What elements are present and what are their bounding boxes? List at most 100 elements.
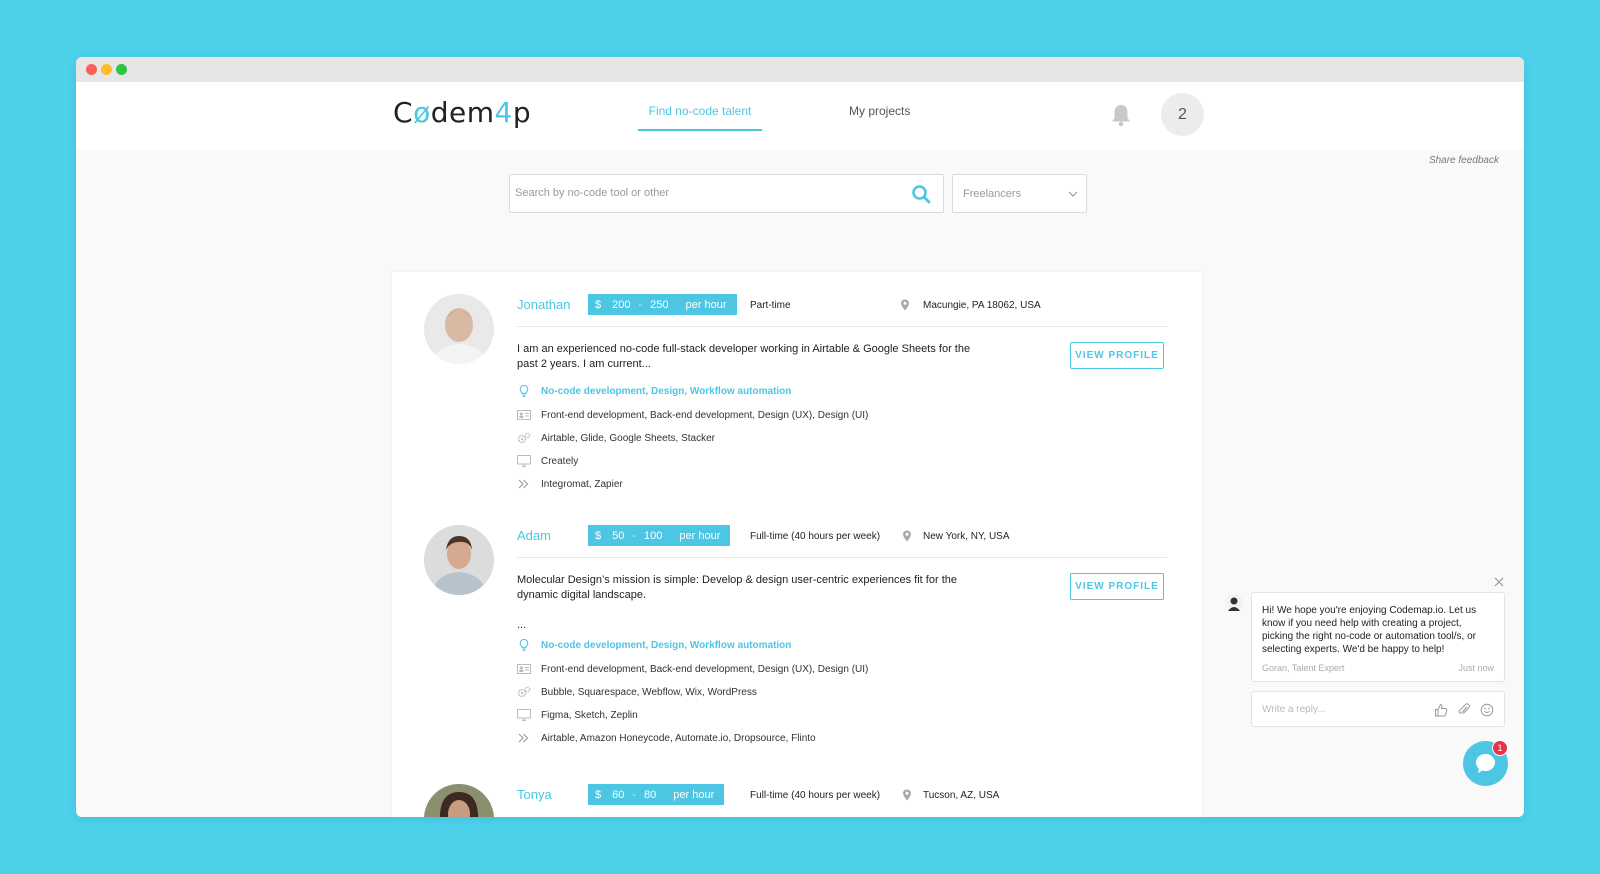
chat-time: Just now: [1458, 663, 1494, 673]
logo-part: dem: [430, 96, 495, 129]
tab-find-talent[interactable]: Find no-code talent: [638, 104, 762, 131]
rate-max: 80: [644, 788, 657, 801]
rate-currency: $: [595, 788, 602, 801]
availability: Full-time (40 hours per week): [750, 531, 881, 542]
window-titlebar: [76, 57, 1524, 82]
freelancer-bio: Molecular Design’s mission is simple: De…: [517, 574, 957, 601]
rate-currency: $: [595, 529, 602, 542]
double-chevron-right-icon: [518, 733, 529, 743]
attr-categories: No-code development, Design, Workflow au…: [517, 384, 791, 398]
location-pin-icon: [901, 299, 909, 311]
person-photo: [424, 784, 494, 817]
search-placeholder: Search by no-code tool or other: [515, 187, 670, 199]
avatar[interactable]: [424, 525, 494, 595]
design-tools-text: Creately: [541, 455, 579, 467]
attr-design-tools: Creately: [517, 454, 578, 468]
location: Macungie, PA 18062, USA: [923, 300, 1041, 311]
rate-separator: -: [632, 788, 637, 801]
chat-reply-input[interactable]: Write a reply...: [1251, 691, 1505, 727]
logo-part: C: [393, 96, 414, 129]
availability: Part-time: [750, 300, 791, 311]
logo-part: ø: [413, 96, 431, 129]
rate-min: 200: [612, 298, 631, 311]
person-photo: [424, 294, 494, 364]
close-window-button[interactable]: [86, 64, 97, 75]
logo-part: p: [512, 96, 532, 129]
chat-message: Hi! We hope you're enjoying Codemap.io. …: [1251, 592, 1505, 682]
attr-roles: Front-end development, Back-end developm…: [517, 662, 868, 676]
view-profile-button[interactable]: VIEW PROFILE: [1070, 342, 1164, 369]
tools-text: Bubble, Squarespace, Webflow, Wix, WordP…: [541, 686, 757, 698]
automation-text: Integromat, Zapier: [541, 478, 623, 490]
roles-text: Front-end development, Back-end developm…: [541, 663, 869, 675]
freelancer-type-select[interactable]: Freelancers: [952, 174, 1087, 213]
minimize-window-button[interactable]: [101, 64, 112, 75]
paperclip-icon[interactable]: [1457, 703, 1471, 717]
rate-currency: $: [595, 298, 602, 311]
divider: [517, 326, 1167, 327]
availability: Full-time (40 hours per week): [750, 790, 881, 801]
rate-max: 100: [644, 529, 663, 542]
browser-window: Cødem4p Find no-code talent My projects …: [76, 57, 1524, 817]
bell-icon[interactable]: [1110, 103, 1132, 127]
id-card-icon: [517, 410, 531, 420]
categories-text: No-code development, Design, Workflow au…: [541, 639, 792, 651]
attr-categories: No-code development, Design, Workflow au…: [517, 638, 791, 652]
close-icon[interactable]: [1494, 577, 1504, 587]
search-icon[interactable]: [911, 184, 931, 204]
freelancer-list: Jonathan $ 200 - 250 per hour Part-time …: [392, 272, 1202, 817]
person-photo: [424, 525, 494, 595]
freelancer-name[interactable]: Jonathan: [517, 297, 571, 312]
freelancer-name[interactable]: Tonya: [517, 787, 552, 802]
chat-bubble-icon: [1476, 754, 1495, 773]
chevron-down-icon: [1068, 191, 1078, 197]
codemap-logo[interactable]: Cødem4p: [393, 96, 531, 129]
chat-author: Goran, Talent Expert: [1262, 663, 1345, 673]
attr-tools: Airtable, Glide, Google Sheets, Stacker: [517, 431, 715, 445]
monitor-icon: [517, 709, 531, 721]
divider: [517, 557, 1167, 558]
rate-min: 60: [612, 788, 625, 801]
gears-icon: [517, 432, 531, 444]
user-avatar[interactable]: 2: [1161, 93, 1204, 136]
view-profile-button[interactable]: VIEW PROFILE: [1070, 573, 1164, 600]
attr-automation: Integromat, Zapier: [517, 477, 623, 491]
roles-text: Front-end development, Back-end developm…: [541, 409, 869, 421]
maximize-window-button[interactable]: [116, 64, 127, 75]
lightbulb-icon: [519, 639, 529, 651]
tools-text: Airtable, Glide, Google Sheets, Stacker: [541, 432, 715, 444]
location-pin-icon: [903, 789, 911, 801]
rate-max: 250: [650, 298, 669, 311]
avatar[interactable]: [424, 294, 494, 364]
id-card-icon: [517, 664, 531, 674]
reply-placeholder: Write a reply...: [1262, 704, 1326, 715]
hourly-rate-badge: $ 200 - 250 per hour: [588, 294, 737, 315]
categories-text: No-code development, Design, Workflow au…: [541, 385, 792, 397]
search-input[interactable]: Search by no-code tool or other: [509, 174, 944, 213]
attr-roles: Front-end development, Back-end developm…: [517, 408, 868, 422]
hourly-rate-badge: $ 50 - 100 per hour: [588, 525, 731, 546]
attr-automation: Airtable, Amazon Honeycode, Automate.io,…: [517, 731, 816, 745]
tab-my-projects[interactable]: My projects: [849, 104, 910, 118]
emoji-icon[interactable]: [1480, 703, 1494, 717]
rate-unit: per hour: [679, 529, 721, 542]
hourly-rate-badge: $ 60 - 80 per hour: [588, 784, 725, 805]
lightbulb-icon: [519, 385, 529, 397]
attr-design-tools: Figma, Sketch, Zeplin: [517, 708, 638, 722]
logo-part: 4: [494, 96, 513, 129]
double-chevron-right-icon: [518, 479, 529, 489]
freelancer-bio: I am an experienced no-code full-stack d…: [517, 343, 971, 370]
automation-text: Airtable, Amazon Honeycode, Automate.io,…: [541, 732, 816, 744]
monitor-icon: [517, 455, 531, 467]
gears-icon: [517, 686, 531, 698]
chat-message-text: Hi! We hope you're enjoying Codemap.io. …: [1262, 605, 1477, 655]
avatar[interactable]: [424, 784, 494, 817]
rate-separator: -: [632, 529, 637, 542]
freelancer-name[interactable]: Adam: [517, 528, 551, 543]
thumbs-up-icon[interactable]: [1434, 703, 1448, 717]
rate-unit: per hour: [685, 298, 727, 311]
location-pin-icon: [903, 530, 911, 542]
share-feedback-link[interactable]: Share feedback: [1429, 155, 1499, 166]
rate-unit: per hour: [673, 788, 715, 801]
top-navigation: Cødem4p Find no-code talent My projects …: [76, 82, 1524, 150]
